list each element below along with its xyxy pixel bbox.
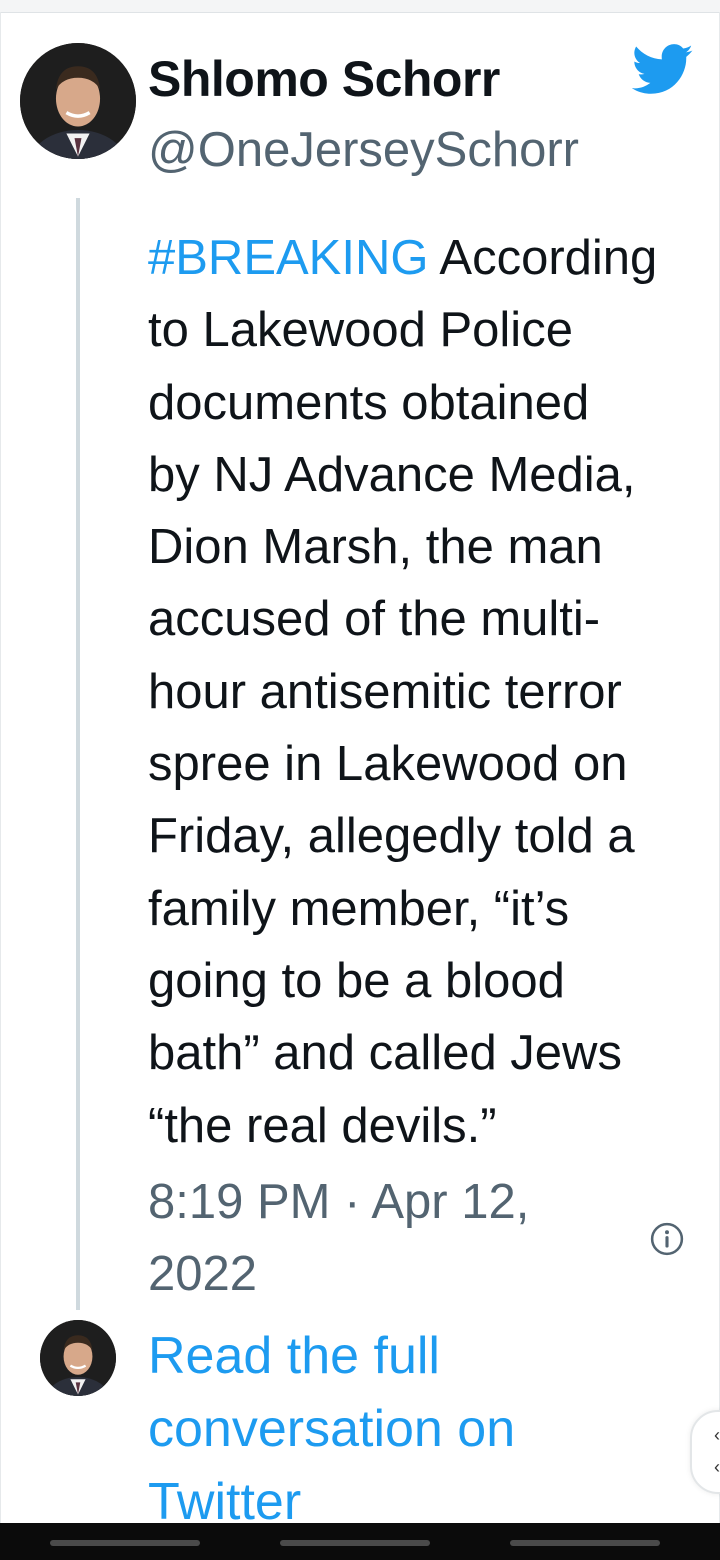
system-navigation-bar <box>0 1523 720 1560</box>
tweet-line: accused of the multi- <box>148 592 601 647</box>
read-more-line-2: conversation on <box>148 1400 516 1458</box>
tweet-line: “the real devils.” <box>148 1098 497 1153</box>
author-portrait-icon <box>40 1320 116 1396</box>
tweet-line: spree in Lakewood on <box>148 737 628 792</box>
nav-back-handle[interactable] <box>50 1540 200 1546</box>
nav-recents-handle[interactable] <box>510 1540 660 1546</box>
chevron-down-icon: ‹ <box>714 1457 720 1477</box>
info-icon[interactable] <box>650 1222 684 1256</box>
tweet-line: hour antisemitic terror <box>148 664 622 719</box>
tweet-line: to Lakewood Police <box>148 303 573 358</box>
tweet-body: #BREAKING According to Lakewood Police d… <box>148 222 703 1162</box>
timestamp-line-1: 8:19 PM · Apr 12, <box>148 1175 530 1229</box>
tweet-line: by NJ Advance Media, <box>148 447 636 502</box>
author-handle[interactable]: @OneJerseySchorr <box>148 122 579 178</box>
side-scroll-handle[interactable]: ‹ ‹ <box>690 1410 720 1494</box>
tweet-line: family member, “it’s <box>148 881 570 936</box>
hashtag-link[interactable]: #BREAKING <box>148 231 428 285</box>
author-name[interactable]: Shlomo Schorr <box>148 50 500 108</box>
author-portrait-icon <box>20 43 136 159</box>
read-more-line-1: Read the full <box>148 1327 440 1385</box>
chevron-up-icon: ‹ <box>714 1425 720 1445</box>
tweet-line-1: #BREAKING According <box>148 222 703 294</box>
author-avatar[interactable] <box>20 43 136 159</box>
tweet-timestamp-link[interactable]: 8:19 PM · Apr 12, 2022 <box>148 1166 618 1310</box>
footer-author-avatar[interactable] <box>40 1320 116 1396</box>
tweet-line: Friday, allegedly told a <box>148 809 635 864</box>
tweet-line: Dion Marsh, the man <box>148 520 603 575</box>
nav-home-handle[interactable] <box>280 1540 430 1546</box>
thread-connector-line <box>76 198 80 1310</box>
read-full-conversation-link[interactable]: Read the full conversation on Twitter <box>148 1320 688 1539</box>
timestamp-line-2: 2022 <box>148 1247 258 1301</box>
tweet-text-segment: According <box>428 231 658 285</box>
embedded-tweet-page: Shlomo Schorr @OneJerseySchorr #BREAKING… <box>0 0 720 1560</box>
twitter-bird-icon[interactable] <box>632 44 694 96</box>
tweet-line: documents obtained <box>148 375 590 430</box>
tweet-line: bath” and called Jews <box>148 1026 622 1081</box>
tweet-line: going to be a blood <box>148 953 565 1008</box>
